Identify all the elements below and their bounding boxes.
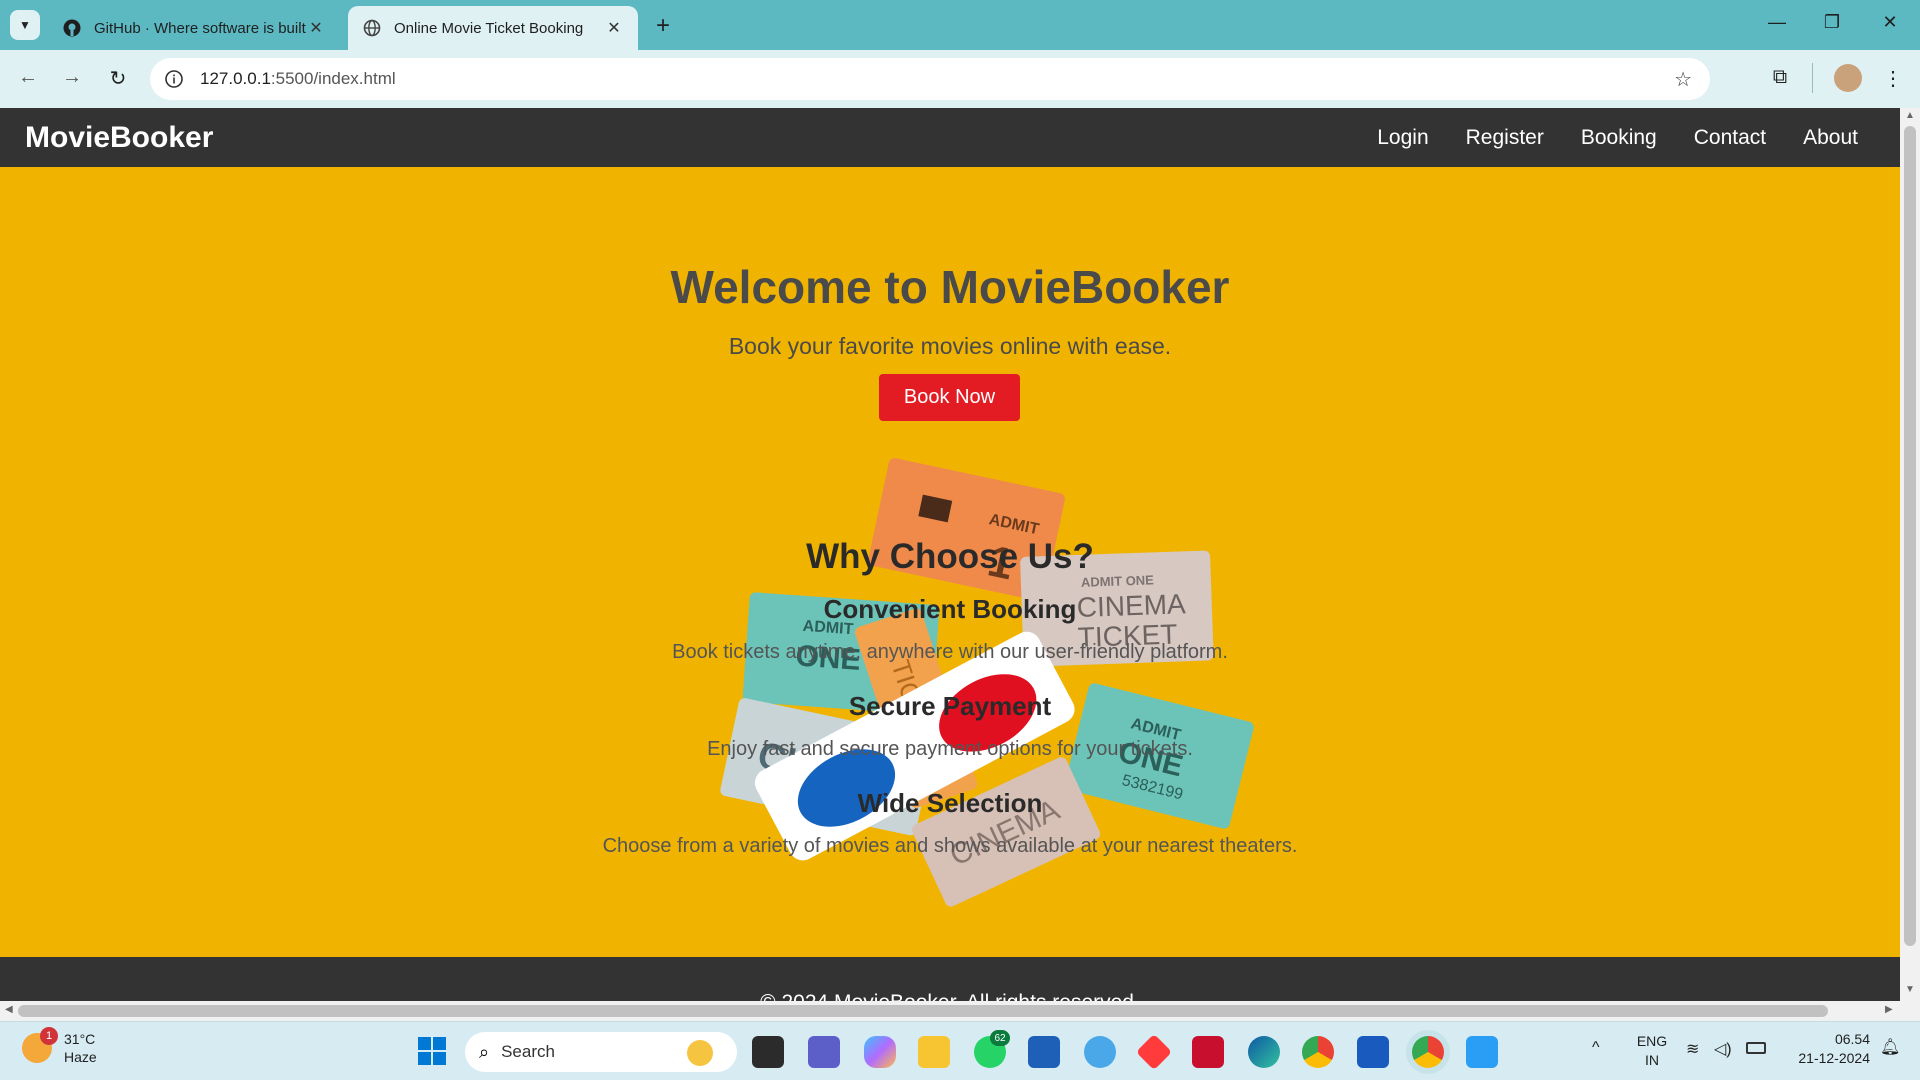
tab-search-button[interactable]: ▼ xyxy=(10,10,40,40)
nav-login[interactable]: Login xyxy=(1377,126,1428,150)
bookmark-star-icon[interactable]: ☆ xyxy=(1674,67,1692,92)
nav-contact[interactable]: Contact xyxy=(1694,126,1766,150)
why-choose-title: Why Choose Us? xyxy=(806,537,1094,576)
chrome-profile-icon[interactable] xyxy=(1412,1036,1444,1068)
nav-links: Login Register Booking Contact About xyxy=(1377,108,1858,167)
copilot-icon[interactable] xyxy=(864,1036,896,1068)
tab-github[interactable]: GitHub · Where software is built ✕ xyxy=(48,6,340,50)
teams-icon[interactable] xyxy=(808,1036,840,1068)
web-page: MovieBooker Login Register Booking Conta… xyxy=(0,108,1900,1001)
profile-avatar[interactable] xyxy=(1834,64,1862,92)
weather-icon: 1 xyxy=(22,1027,58,1063)
mcafee-icon[interactable] xyxy=(1192,1036,1224,1068)
browser-toolbar: ← → ↻ 127.0.0.1:5500/index.html ☆ ⧉ ⋮ xyxy=(0,50,1920,108)
forward-icon[interactable]: → xyxy=(58,66,86,89)
windows-start-icon[interactable] xyxy=(417,1036,447,1066)
search-highlight-icon xyxy=(687,1040,713,1066)
url-text: 127.0.0.1:5500/index.html xyxy=(200,69,396,88)
vertical-scroll-thumb[interactable] xyxy=(1904,126,1916,946)
feature-description: Book tickets anytime, anywhere with our … xyxy=(672,641,1228,663)
browser-tab-bar: ▼ GitHub · Where software is built ✕ Onl… xyxy=(0,0,1920,50)
feature-description: Choose from a variety of movies and show… xyxy=(602,835,1298,857)
footer-copyright: © 2024 MovieBooker. All rights reserved. xyxy=(0,991,1900,1001)
nav-about[interactable]: About xyxy=(1803,126,1858,150)
microsoft-store-icon[interactable] xyxy=(1028,1036,1060,1068)
nav-booking[interactable]: Booking xyxy=(1581,126,1657,150)
minimize-icon[interactable]: — xyxy=(1757,12,1797,33)
book-now-button[interactable]: Book Now xyxy=(879,374,1020,421)
menu-kebab-icon[interactable]: ⋮ xyxy=(1879,66,1907,91)
vscode-icon[interactable] xyxy=(1466,1036,1498,1068)
globe-icon xyxy=(362,18,382,38)
reload-icon[interactable]: ↻ xyxy=(104,66,132,91)
wifi-icon[interactable]: ≋ xyxy=(1686,1040,1699,1059)
feature-description: Enjoy fast and secure payment options fo… xyxy=(707,738,1193,760)
whatsapp-icon[interactable]: 62 xyxy=(974,1030,1010,1068)
vertical-scrollbar[interactable]: ▲ ▼ xyxy=(1900,108,1920,1001)
site-navbar: MovieBooker Login Register Booking Conta… xyxy=(0,108,1900,167)
app-icon[interactable] xyxy=(1084,1036,1116,1068)
horizontal-scroll-thumb[interactable] xyxy=(18,1005,1828,1017)
scroll-right-icon[interactable]: ▶ xyxy=(1885,1004,1893,1015)
volume-icon[interactable]: ◁) xyxy=(1714,1040,1732,1059)
hero-subtitle: Book your favorite movies online with ea… xyxy=(728,333,1172,359)
tab-title: Online Movie Ticket Booking xyxy=(394,19,584,37)
back-icon[interactable]: ← xyxy=(14,66,42,89)
weather-widget[interactable]: 1 31°C Haze xyxy=(22,1027,97,1066)
file-explorer-icon[interactable] xyxy=(918,1036,950,1068)
windows-taskbar: 1 31°C Haze ⌕ Search 62 ^ ENG IN ≋ ◁) 06… xyxy=(0,1021,1920,1080)
edge-icon[interactable] xyxy=(1248,1036,1280,1068)
extensions-icon[interactable]: ⧉ xyxy=(1766,66,1794,89)
github-icon xyxy=(62,18,82,38)
close-tab-icon[interactable]: ✕ xyxy=(306,18,326,38)
battery-icon[interactable] xyxy=(1746,1042,1766,1054)
weather-temperature: 31°C xyxy=(64,1031,96,1047)
scroll-up-icon[interactable]: ▲ xyxy=(1905,110,1915,121)
scroll-down-icon[interactable]: ▼ xyxy=(1905,984,1915,995)
horizontal-scrollbar[interactable]: ◀ ▶ xyxy=(0,1001,1920,1021)
new-tab-icon[interactable]: + xyxy=(650,12,676,40)
toolbar-divider xyxy=(1812,63,1813,93)
site-info-icon[interactable] xyxy=(162,67,186,91)
taskbar-search[interactable]: ⌕ Search xyxy=(465,1032,737,1072)
hero-section: Welcome to MovieBooker Book your favorit… xyxy=(0,167,1900,957)
restore-icon[interactable]: ❐ xyxy=(1812,12,1852,33)
weather-description: Haze xyxy=(64,1049,97,1065)
search-icon: ⌕ xyxy=(479,1041,490,1062)
close-window-icon[interactable]: ✕ xyxy=(1870,12,1910,33)
language-indicator[interactable]: ENG IN xyxy=(1632,1032,1672,1070)
tab-movie-booking[interactable]: Online Movie Ticket Booking ✕ xyxy=(348,6,638,50)
task-view-icon[interactable] xyxy=(752,1036,784,1068)
close-tab-icon[interactable]: ✕ xyxy=(604,18,624,38)
feature-title: Secure Payment xyxy=(848,691,1052,721)
site-footer: © 2024 MovieBooker. All rights reserved. xyxy=(0,957,1900,1001)
feature-title: Wide Selection xyxy=(857,788,1043,818)
clock[interactable]: 06.54 21-12-2024 xyxy=(1780,1030,1870,1068)
weather-badge: 1 xyxy=(40,1027,58,1045)
notifications-icon[interactable]: 🔔︎ xyxy=(1880,1038,1900,1057)
hero-title: Welcome to MovieBooker xyxy=(670,261,1230,313)
site-logo[interactable]: MovieBooker xyxy=(25,121,213,155)
anydesk-icon[interactable] xyxy=(1135,1033,1173,1071)
feature-title: Convenient Booking xyxy=(823,594,1077,624)
tab-title: GitHub · Where software is built xyxy=(94,19,306,37)
chrome-icon[interactable] xyxy=(1302,1036,1334,1068)
show-hidden-icons[interactable]: ^ xyxy=(1592,1038,1600,1057)
address-bar[interactable]: 127.0.0.1:5500/index.html ☆ xyxy=(150,58,1710,100)
scroll-left-icon[interactable]: ◀ xyxy=(5,1004,13,1015)
whatsapp-badge: 62 xyxy=(990,1030,1010,1046)
word-icon[interactable] xyxy=(1357,1036,1389,1068)
nav-register[interactable]: Register xyxy=(1466,126,1544,150)
